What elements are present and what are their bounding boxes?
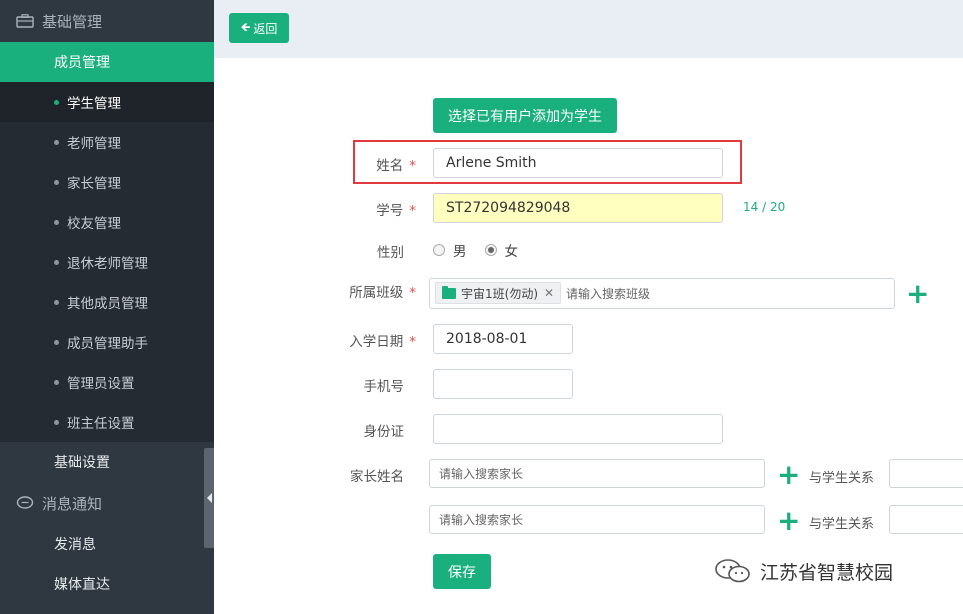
student-id-label-text: 学号 bbox=[376, 203, 404, 219]
id-card-field[interactable] bbox=[433, 414, 723, 444]
bullet-icon bbox=[54, 259, 59, 265]
sidebar-collapse-handle[interactable] bbox=[204, 448, 214, 548]
class-tag: 宇宙1班(勿动) ✕ bbox=[435, 282, 562, 304]
enroll-date-field[interactable]: 2018-08-01 bbox=[433, 324, 573, 354]
sidebar-section-label: 基础管理 bbox=[42, 12, 103, 31]
sidebar-item-media[interactable]: 媒体直达 bbox=[0, 564, 214, 604]
sidebar-subitem-label: 老师管理 bbox=[67, 136, 121, 152]
gender-male-radio[interactable] bbox=[433, 244, 445, 256]
sidebar-subitem-label: 校友管理 bbox=[67, 216, 121, 232]
parent-search-field-1[interactable]: 请输入搜索家长 bbox=[429, 459, 765, 488]
sidebar-subitem-parents[interactable]: 家长管理 bbox=[0, 162, 214, 202]
parent-name-label: 家长姓名 bbox=[350, 469, 404, 485]
sidebar-item-basic-settings[interactable]: 基础设置 bbox=[0, 442, 214, 482]
bullet-icon bbox=[54, 139, 59, 145]
back-button[interactable]: 🡸 返回 bbox=[229, 13, 289, 43]
sidebar-section-notifications[interactable]: 消息通知 bbox=[0, 482, 214, 524]
required-mark: * bbox=[409, 334, 416, 350]
add-class-plus-icon[interactable]: + bbox=[906, 280, 929, 308]
sidebar-subitem-label: 学生管理 bbox=[67, 96, 121, 112]
watermark: 江苏省智慧校园 bbox=[712, 556, 893, 586]
enroll-date-label: 入学日期 * bbox=[296, 330, 416, 350]
phone-field[interactable] bbox=[433, 369, 573, 399]
gender-male-label: 男 bbox=[453, 244, 467, 260]
class-label: 所属班级 * bbox=[296, 281, 416, 301]
sidebar-subitem-label: 班主任设置 bbox=[67, 416, 135, 432]
sidebar-subitem-retired-teachers[interactable]: 退休老师管理 bbox=[0, 242, 214, 282]
name-label: 姓名 * bbox=[296, 154, 416, 174]
class-tag-label: 宇宙1班(勿动) bbox=[461, 286, 538, 301]
briefcase-icon bbox=[16, 14, 34, 28]
parent-search-field-2[interactable]: 请输入搜索家长 bbox=[429, 505, 765, 534]
sidebar-section-label: 消息通知 bbox=[42, 494, 103, 513]
top-bar: 🡸 返回 bbox=[214, 0, 963, 58]
folder-icon bbox=[442, 285, 456, 299]
sidebar-subitem-label: 成员管理助手 bbox=[67, 336, 148, 352]
back-button-label: 返回 bbox=[253, 21, 278, 36]
sidebar-section-basic[interactable]: 基础管理 bbox=[0, 0, 214, 42]
phone-label: 手机号 bbox=[363, 379, 405, 395]
student-id-field[interactable]: ST272094829048 bbox=[433, 193, 723, 223]
close-icon[interactable]: ✕ bbox=[544, 286, 554, 300]
sidebar-subitem-label: 家长管理 bbox=[67, 176, 121, 192]
sidebar-subitem-alumni[interactable]: 校友管理 bbox=[0, 202, 214, 242]
name-field[interactable]: Arlene Smith bbox=[433, 148, 723, 178]
bullet-icon bbox=[54, 179, 59, 185]
relation-field-2[interactable] bbox=[889, 505, 963, 534]
sidebar-subitem-teachers[interactable]: 老师管理 bbox=[0, 122, 214, 162]
sidebar-item-members[interactable]: 成员管理 bbox=[0, 42, 214, 82]
required-mark: * bbox=[409, 285, 416, 301]
sidebar-subitem-admin-settings[interactable]: 管理员设置 bbox=[0, 362, 214, 402]
sidebar-subitem-member-assistant[interactable]: 成员管理助手 bbox=[0, 322, 214, 362]
sidebar-subitem-students[interactable]: 学生管理 bbox=[0, 82, 214, 122]
student-id-label: 学号 * bbox=[296, 199, 416, 219]
sidebar-subitem-label: 其他成员管理 bbox=[67, 296, 148, 312]
caret-left-icon bbox=[206, 493, 212, 503]
relation-label-1: 与学生关系 bbox=[809, 471, 875, 486]
sidebar-item-send-message[interactable]: 发消息 bbox=[0, 524, 214, 564]
gender-female-label: 女 bbox=[504, 244, 519, 260]
save-button[interactable]: 保存 bbox=[433, 554, 491, 589]
add-parent-plus-icon-1[interactable]: + bbox=[777, 461, 800, 489]
watermark-text: 江苏省智慧校园 bbox=[760, 561, 894, 584]
arrow-left-icon: 🡸 bbox=[240, 19, 251, 34]
wechat-icon bbox=[715, 559, 750, 583]
relation-label-2: 与学生关系 bbox=[809, 517, 875, 532]
class-label-text: 所属班级 bbox=[349, 285, 404, 301]
gender-label: 性别 bbox=[377, 245, 404, 261]
bullet-icon bbox=[54, 299, 59, 305]
id-card-label: 身份证 bbox=[363, 424, 405, 440]
sidebar-subitem-label: 管理员设置 bbox=[67, 376, 135, 392]
relation-field-1[interactable] bbox=[889, 459, 963, 488]
bullet-icon bbox=[54, 379, 59, 385]
bullet-icon bbox=[54, 99, 59, 105]
student-id-counter: 14 / 20 bbox=[743, 200, 786, 214]
sidebar-subitem-label: 退休老师管理 bbox=[67, 256, 148, 272]
name-label-text: 姓名 bbox=[376, 158, 404, 174]
add-parent-plus-icon-2[interactable]: + bbox=[777, 507, 800, 535]
bullet-icon bbox=[54, 219, 59, 225]
bullet-icon bbox=[54, 339, 59, 345]
select-existing-user-button[interactable]: 选择已有用户添加为学生 bbox=[433, 98, 617, 133]
sidebar-subitem-other-members[interactable]: 其他成员管理 bbox=[0, 282, 214, 322]
gender-female-radio[interactable] bbox=[484, 244, 497, 256]
bullet-icon bbox=[54, 419, 59, 425]
required-mark: * bbox=[409, 203, 416, 219]
required-mark: * bbox=[409, 158, 416, 174]
sidebar-subitem-headteacher-settings[interactable]: 班主任设置 bbox=[0, 402, 214, 442]
sidebar: 基础管理 成员管理 学生管理 老师管理 家长管理 校友管理 退休老师管理 其他成… bbox=[0, 0, 214, 614]
chat-bubble-icon bbox=[16, 496, 34, 509]
enroll-date-label-text: 入学日期 bbox=[349, 334, 404, 350]
class-search-placeholder: 请输入搜索班级 bbox=[566, 287, 651, 301]
gender-radio-group: 男 女 bbox=[433, 240, 518, 260]
